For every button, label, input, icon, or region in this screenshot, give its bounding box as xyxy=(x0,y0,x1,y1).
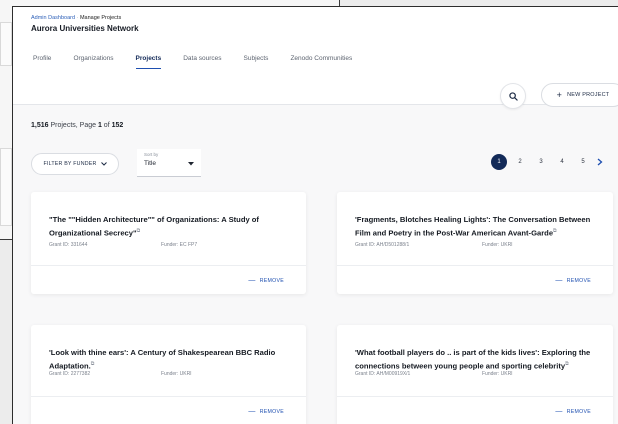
external-link-icon[interactable]: ⧉ xyxy=(553,228,557,234)
project-card: 'Fragments, Blotches Healing Lights': Th… xyxy=(337,192,613,294)
funder: Funder: EC FP7 xyxy=(161,242,198,248)
chevron-down-icon xyxy=(100,162,107,166)
tab-data-sources[interactable]: Data sources xyxy=(183,55,221,69)
plus-icon: + xyxy=(556,89,563,100)
tab-subjects[interactable]: Subjects xyxy=(244,55,269,69)
minus-icon: — xyxy=(555,408,563,415)
new-project-label: NEW PROJECT xyxy=(567,92,610,98)
breadcrumb: Admin Dashboard · Manage Projects xyxy=(31,15,121,21)
external-link-icon[interactable]: ⧉ xyxy=(91,361,95,367)
funder: Funder: UKRI xyxy=(482,371,513,377)
card-divider xyxy=(31,396,306,397)
project-title[interactable]: "The ""Hidden Architecture"" of Organiza… xyxy=(49,215,288,239)
search-icon xyxy=(508,91,518,101)
funder: Funder: UKRI xyxy=(161,371,192,377)
external-link-icon[interactable]: ⧉ xyxy=(565,361,569,367)
page-1-button[interactable]: 1 xyxy=(491,154,507,170)
card-divider xyxy=(337,396,613,397)
remove-button[interactable]: — REMOVE xyxy=(555,408,591,415)
summary-of: of xyxy=(101,122,112,129)
project-card: "The ""Hidden Architecture"" of Organiza… xyxy=(31,192,306,294)
grant-id: Grant ID: AH/M00919X/1 xyxy=(355,371,411,377)
filter-label: FILTER BY FUNDER xyxy=(43,161,97,167)
page-3-button[interactable]: 3 xyxy=(533,154,549,170)
grant-id: Grant ID: 331644 xyxy=(49,242,88,248)
sort-value: Title xyxy=(144,160,157,167)
tab-organizations[interactable]: Organizations xyxy=(73,55,113,69)
breadcrumb-separator: · xyxy=(76,15,79,21)
page-4-button[interactable]: 4 xyxy=(554,154,570,170)
project-count: 1,516 xyxy=(31,122,49,129)
page-header: Admin Dashboard · Manage Projects Aurora… xyxy=(13,7,618,105)
summary-text: Projects, Page xyxy=(48,122,98,129)
pagination: 1 2 3 4 5 xyxy=(491,154,603,170)
tab-projects[interactable]: Projects xyxy=(135,55,162,69)
minus-icon: — xyxy=(248,277,256,284)
filter-by-funder-button[interactable]: FILTER BY FUNDER xyxy=(31,153,119,175)
breadcrumb-admin-link[interactable]: Admin Dashboard xyxy=(31,15,75,21)
project-card: 'Look with thine ears': A Century of Sha… xyxy=(31,325,306,424)
minus-icon: — xyxy=(248,408,256,415)
tab-profile[interactable]: Profile xyxy=(33,55,51,69)
grant-id: Grant ID: AH/D501288/1 xyxy=(355,242,410,248)
funder: Funder: UKRI xyxy=(482,242,513,248)
tab-zenodo-communities[interactable]: Zenodo Communities xyxy=(290,55,352,69)
breadcrumb-current: Manage Projects xyxy=(79,15,122,21)
page-5-button[interactable]: 5 xyxy=(575,154,591,170)
new-project-button[interactable]: + NEW PROJECT xyxy=(541,83,618,107)
tab-bar: Profile Organizations Projects Data sour… xyxy=(33,55,374,69)
search-button[interactable] xyxy=(500,83,526,109)
remove-button[interactable]: — REMOVE xyxy=(248,408,284,415)
project-title[interactable]: 'What football players do .. is part of … xyxy=(355,348,595,372)
results-summary: 1,516 Projects, Page 1 of 152 xyxy=(31,122,123,129)
minus-icon: — xyxy=(555,277,563,284)
page-title: Aurora Universities Network xyxy=(31,24,139,33)
sort-label: Sort by xyxy=(144,152,159,157)
background-panel xyxy=(0,148,12,226)
card-divider xyxy=(31,265,306,266)
total-pages: 152 xyxy=(111,122,124,129)
remove-button[interactable]: — REMOVE xyxy=(555,277,591,284)
background-panel xyxy=(0,22,12,66)
remove-button[interactable]: — REMOVE xyxy=(248,277,284,284)
chevron-right-icon[interactable] xyxy=(597,158,603,166)
grant-id: Grant ID: 2277382 xyxy=(49,371,91,377)
project-title[interactable]: 'Look with thine ears': A Century of Sha… xyxy=(49,348,288,372)
external-link-icon[interactable]: ⧉ xyxy=(137,228,141,234)
project-title[interactable]: 'Fragments, Blotches Healing Lights': Th… xyxy=(355,215,595,239)
card-divider xyxy=(337,265,613,266)
project-card: 'What football players do .. is part of … xyxy=(337,325,613,424)
page-2-button[interactable]: 2 xyxy=(512,154,528,170)
dropdown-caret-icon xyxy=(188,162,194,166)
app-window: Admin Dashboard · Manage Projects Aurora… xyxy=(12,6,618,424)
sort-select[interactable]: Sort by Title xyxy=(137,149,201,177)
